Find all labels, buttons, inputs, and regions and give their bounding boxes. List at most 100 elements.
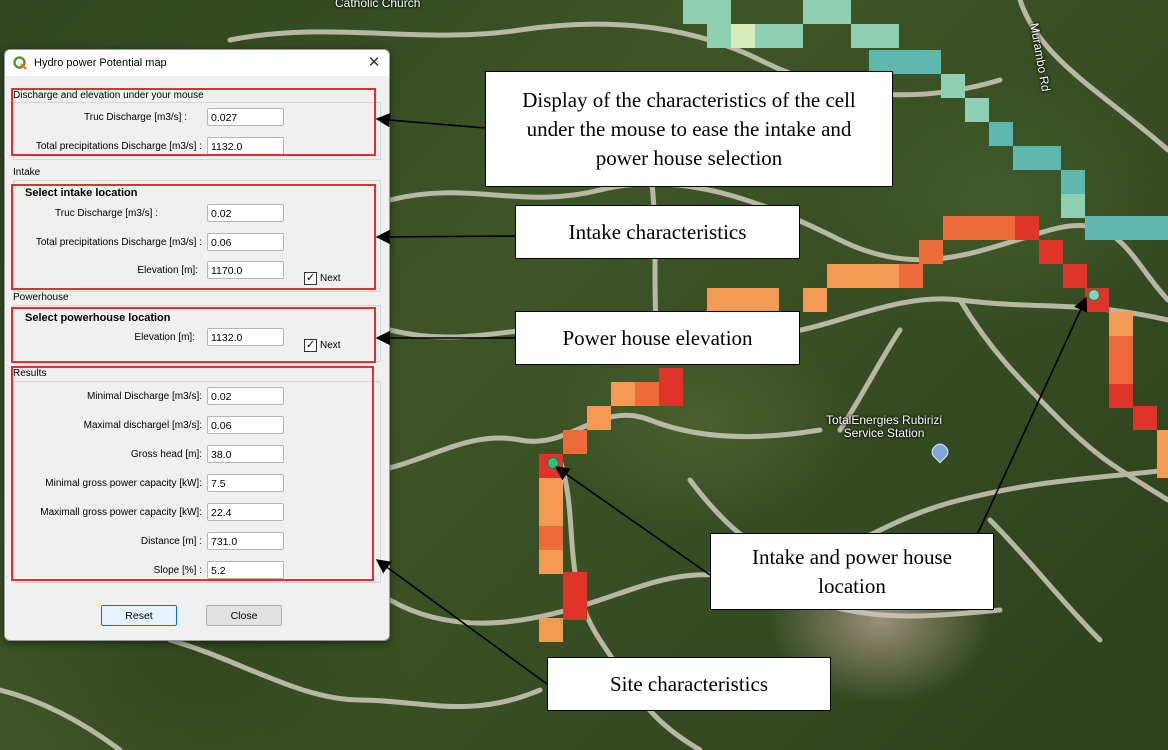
powerhouse-callout: Power house elevation [515,311,800,365]
potential-cell [1015,216,1039,240]
intake-next-label: Next [320,273,341,284]
result-label: Maximal dischargel [m3/s]: [83,420,202,431]
potential-cell [563,596,587,620]
potential-cell [755,288,779,312]
result-field[interactable]: 0.02 [207,387,284,405]
potential-cell [1063,264,1087,288]
powerhouse-elevation-label: Elevation [m]: [134,332,195,343]
potential-cell [1157,454,1168,478]
intake-elevation-label: Elevation [m]: [137,265,198,276]
reset-button[interactable]: Reset [101,605,177,626]
potential-cell [683,0,707,24]
result-field[interactable]: 731.0 [207,532,284,550]
intake-truc-label: Truc Discharge [m3/s] : [55,208,158,219]
dialog-titlebar[interactable]: Hydro power Potential map ✕ [5,50,389,76]
potential-cell [755,24,779,48]
potential-cell [1133,216,1157,240]
potential-cell [965,98,989,122]
result-label: Minimal gross power capacity [kW]: [45,478,202,489]
powerhouse-elevation-field[interactable]: 1132.0 [207,328,284,346]
potential-cell [1109,384,1133,408]
powerhouse-point-icon[interactable] [1088,289,1100,301]
potential-cell [941,74,965,98]
potential-cell [803,0,827,24]
result-field[interactable]: 5.2 [207,561,284,579]
qgis-logo-icon [13,56,27,70]
potential-cell [803,288,827,312]
potential-cell [827,264,851,288]
potential-cell [707,24,731,48]
potential-cell [875,264,899,288]
result-label: Minimal Discharge [m3/s]: [86,391,202,402]
potential-cell [539,478,563,502]
potential-cell [1037,146,1061,170]
potential-cell [893,50,917,74]
potential-cell [1109,216,1133,240]
close-button[interactable]: Close [206,605,282,626]
result-field[interactable]: 0.06 [207,416,284,434]
intake-point-icon[interactable] [547,457,559,469]
mouse-section-label: Discharge and elevation under your mouse [13,90,204,101]
potential-cell [1109,312,1133,336]
potential-cell [635,382,659,406]
potential-cell [539,502,563,526]
potential-cell [917,50,941,74]
potential-cell [989,122,1013,146]
potential-cell [1109,360,1133,384]
potential-cell [539,618,563,642]
potential-cell [563,572,587,596]
site-callout: Site characteristics [547,657,831,711]
mouse-truc-field[interactable]: 0.027 [207,108,284,126]
result-label: Maximall gross power capacity [kW]: [40,507,202,518]
result-field[interactable]: 38.0 [207,445,284,463]
potential-cell [1061,194,1085,218]
potential-cell [731,288,755,312]
intake-callout: Intake characteristics [515,205,800,259]
result-field[interactable]: 7.5 [207,474,284,492]
potential-cell [587,406,611,430]
potential-cell [563,430,587,454]
powerhouse-next-label: Next [320,340,341,351]
potential-cell [731,24,755,48]
potential-cell [919,240,943,264]
mouse-precip-field[interactable]: 1132.0 [207,137,284,155]
potential-cell [875,24,899,48]
potential-cell [827,0,851,24]
intake-precip-field[interactable]: 0.06 [207,233,284,251]
potential-cell [1133,406,1157,430]
potential-cell [1085,216,1109,240]
results-section-label: Results [13,368,47,379]
result-label: Slope [%] : [153,565,202,576]
result-label: Distance [m] : [140,536,202,547]
hydro-power-dialog: Hydro power Potential map ✕ Discharge an… [4,49,390,641]
intake-next-checkbox[interactable]: ✓ [304,272,317,285]
potential-cell [611,382,635,406]
potential-cell [539,526,563,550]
intake-elevation-field[interactable]: 1170.0 [207,261,284,279]
mouse-truc-label: Truc Discharge [m3/s] : [84,112,187,123]
close-icon[interactable]: ✕ [363,52,385,74]
potential-cell [1039,240,1063,264]
display-callout: Display of the characteristics of the ce… [485,71,893,187]
intake-precip-label: Total precipitations Discharge [m3/s] : [35,237,202,248]
potential-cell [539,550,563,574]
potential-cell [899,264,923,288]
potential-cell [1061,170,1085,194]
potential-cell [851,24,875,48]
location-callout: Intake and power house location [710,533,994,610]
potential-cell [943,216,967,240]
mouse-precip-label: Total precipitations Discharge [m3/s] : [35,141,202,152]
potential-cell [991,216,1015,240]
potential-cell [659,382,683,406]
powerhouse-next-checkbox[interactable]: ✓ [304,339,317,352]
potential-cell [1109,336,1133,360]
potential-cell [1157,216,1168,240]
potential-cell [707,0,731,24]
result-field[interactable]: 22.4 [207,503,284,521]
intake-heading: Select intake location [25,187,138,199]
result-label: Gross head [m]: [130,449,202,460]
potential-cell [1157,430,1168,454]
intake-truc-field[interactable]: 0.02 [207,204,284,222]
potential-cell [707,288,731,312]
potential-cell [779,24,803,48]
